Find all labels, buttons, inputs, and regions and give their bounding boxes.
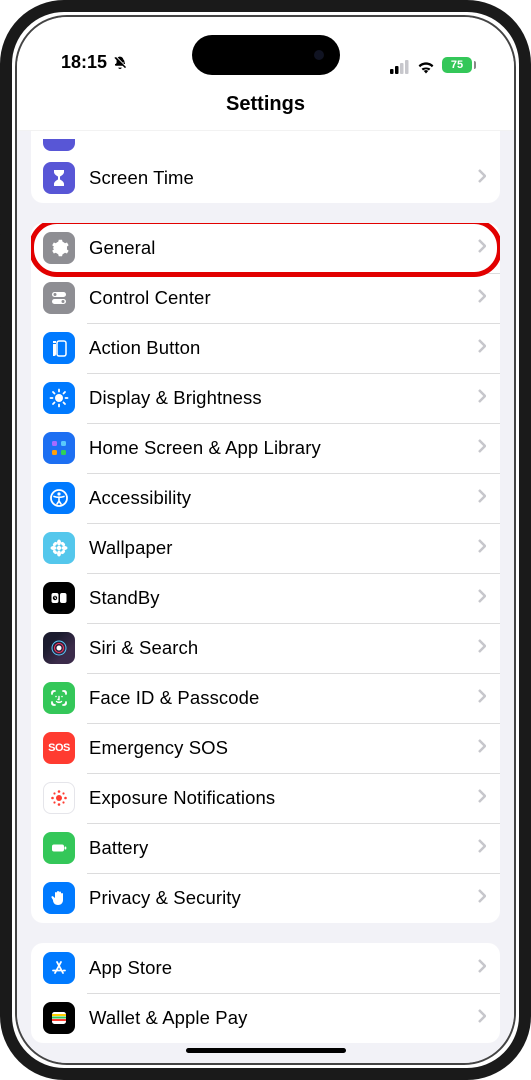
mute-icon	[113, 55, 129, 71]
siri-icon	[43, 632, 75, 664]
row-label: Emergency SOS	[89, 737, 478, 759]
action-button-icon	[43, 332, 75, 364]
home-screen-row[interactable]: Home Screen & App Library	[31, 423, 500, 473]
accessibility-icon	[43, 482, 75, 514]
face-id-icon	[43, 682, 75, 714]
standby-row[interactable]: StandBy	[31, 573, 500, 623]
toggles-icon	[43, 282, 75, 314]
settings-group-3: App Store Wallet & Apple Pay	[31, 943, 500, 1043]
volume-up-button	[0, 260, 1, 328]
app-store-row[interactable]: App Store	[31, 943, 500, 993]
chevron-right-icon	[478, 739, 486, 758]
dynamic-island	[192, 35, 340, 75]
settings-group-2: General Control Center Action Button	[31, 223, 500, 923]
row-label: Siri & Search	[89, 637, 478, 659]
control-center-row[interactable]: Control Center	[31, 273, 500, 323]
row-label: General	[89, 237, 478, 259]
chevron-right-icon	[478, 959, 486, 978]
chevron-right-icon	[478, 239, 486, 258]
emergency-sos-row[interactable]: SOS Emergency SOS	[31, 723, 500, 773]
battery-indicator: 75	[442, 57, 476, 73]
row-label: Accessibility	[89, 487, 478, 509]
gear-icon	[43, 232, 75, 264]
phone-frame: 18:15 75 Settings	[0, 0, 531, 1080]
chevron-right-icon	[478, 539, 486, 558]
chevron-right-icon	[478, 689, 486, 708]
chevron-right-icon	[478, 589, 486, 608]
hourglass-icon	[43, 162, 75, 194]
grid-icon	[43, 432, 75, 464]
page-title: Settings	[17, 75, 514, 131]
chevron-right-icon	[478, 339, 486, 358]
battery-row[interactable]: Battery	[31, 823, 500, 873]
chevron-right-icon	[478, 889, 486, 908]
sos-icon: SOS	[43, 732, 75, 764]
chevron-right-icon	[478, 489, 486, 508]
chevron-right-icon	[478, 439, 486, 458]
standby-icon	[43, 582, 75, 614]
row-label: Wallet & Apple Pay	[89, 1007, 478, 1029]
wallet-row[interactable]: Wallet & Apple Pay	[31, 993, 500, 1043]
row-label: Display & Brightness	[89, 387, 478, 409]
sun-icon	[43, 382, 75, 414]
hand-icon	[43, 882, 75, 914]
chevron-right-icon	[478, 1009, 486, 1028]
row-label: Control Center	[89, 287, 478, 309]
row-label: Exposure Notifications	[89, 787, 478, 809]
row-label: Wallpaper	[89, 537, 478, 559]
row-label: Screen Time	[89, 167, 478, 189]
settings-list[interactable]: Screen Time General Control Center	[17, 131, 514, 1064]
row-label: Privacy & Security	[89, 887, 478, 909]
list-item-truncated[interactable]	[31, 135, 500, 153]
row-label: Face ID & Passcode	[89, 687, 478, 709]
privacy-security-row[interactable]: Privacy & Security	[31, 873, 500, 923]
volume-down-button	[0, 342, 1, 410]
wallpaper-row[interactable]: Wallpaper	[31, 523, 500, 573]
general-row[interactable]: General	[31, 223, 500, 273]
home-indicator[interactable]	[186, 1048, 346, 1053]
chevron-right-icon	[478, 839, 486, 858]
accessibility-row[interactable]: Accessibility	[31, 473, 500, 523]
battery-icon	[43, 832, 75, 864]
wallet-icon	[43, 1002, 75, 1034]
flower-icon	[43, 532, 75, 564]
focus-icon	[43, 139, 75, 151]
settings-group-1: Screen Time	[31, 131, 500, 203]
chevron-right-icon	[478, 389, 486, 408]
app-store-icon	[43, 952, 75, 984]
row-label: StandBy	[89, 587, 478, 609]
chevron-right-icon	[478, 169, 486, 188]
chevron-right-icon	[478, 639, 486, 658]
mute-switch	[0, 200, 1, 236]
action-button-row[interactable]: Action Button	[31, 323, 500, 373]
siri-search-row[interactable]: Siri & Search	[31, 623, 500, 673]
wifi-icon	[416, 58, 436, 72]
chevron-right-icon	[478, 789, 486, 808]
status-time: 18:15	[61, 52, 107, 73]
display-brightness-row[interactable]: Display & Brightness	[31, 373, 500, 423]
face-id-row[interactable]: Face ID & Passcode	[31, 673, 500, 723]
exposure-notifications-row[interactable]: Exposure Notifications	[31, 773, 500, 823]
row-label: Home Screen & App Library	[89, 437, 478, 459]
screen-time-row[interactable]: Screen Time	[31, 153, 500, 203]
cellular-signal-icon	[390, 58, 410, 72]
chevron-right-icon	[478, 289, 486, 308]
exposure-icon	[43, 782, 75, 814]
row-label: App Store	[89, 957, 478, 979]
row-label: Battery	[89, 837, 478, 859]
row-label: Action Button	[89, 337, 478, 359]
